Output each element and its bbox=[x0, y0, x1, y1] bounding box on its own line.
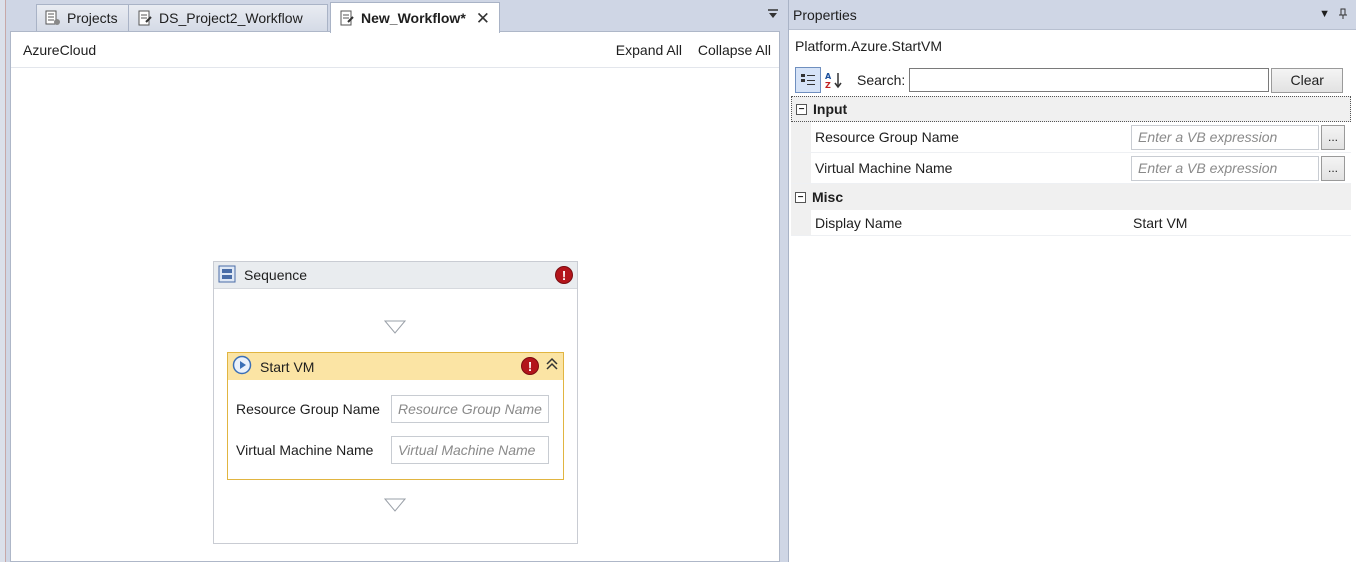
properties-panel: Properties ▼ Platform.Azure.StartVM AZ S… bbox=[788, 0, 1356, 562]
field-label: Resource Group Name bbox=[236, 401, 380, 417]
sort-alphabetical-icon[interactable]: AZ bbox=[821, 67, 847, 93]
pin-icon[interactable] bbox=[1338, 8, 1348, 23]
properties-title: Properties bbox=[793, 6, 857, 23]
category-input[interactable]: − Input bbox=[791, 96, 1351, 122]
property-grid: − Input Resource Group Name Enter a VB e… bbox=[791, 96, 1351, 236]
projects-icon bbox=[45, 10, 61, 26]
start-vm-activity[interactable]: Start VM ! Resource Group Name Resource … bbox=[227, 352, 564, 480]
vb-expression-input[interactable]: Enter a VB expression bbox=[1131, 155, 1319, 181]
document-tabstrip: Projects DS_Project2_Workflow New_Workfl… bbox=[8, 2, 784, 33]
sequence-icon bbox=[218, 265, 236, 286]
display-name-value[interactable]: Start VM bbox=[1131, 215, 1187, 231]
search-input[interactable] bbox=[909, 68, 1270, 92]
start-vm-title: Start VM bbox=[260, 358, 315, 375]
virtual-machine-row: Virtual Machine Name Virtual Machine Nam… bbox=[236, 436, 549, 464]
property-row-resource-group-name[interactable]: Resource Group Name Enter a VB expressio… bbox=[791, 122, 1351, 153]
play-circle-icon bbox=[232, 355, 252, 378]
error-icon[interactable]: ! bbox=[521, 357, 539, 375]
search-label: Search: bbox=[857, 72, 906, 88]
categorized-view-icon[interactable] bbox=[795, 67, 821, 93]
resource-group-row: Resource Group Name Resource Group Name bbox=[236, 395, 549, 423]
breadcrumb[interactable]: AzureCloud bbox=[23, 42, 96, 58]
properties-title-bar: Properties ▼ bbox=[789, 0, 1356, 30]
document-area: Projects DS_Project2_Workflow New_Workfl… bbox=[0, 0, 786, 562]
category-misc[interactable]: − Misc bbox=[791, 184, 1351, 210]
workflow-designer-canvas[interactable]: AzureCloud Expand All Collapse All Seque… bbox=[10, 31, 780, 562]
collapse-chevron-icon[interactable] bbox=[545, 356, 559, 375]
category-label: Misc bbox=[812, 189, 844, 205]
vb-expression-input[interactable]: Enter a VB expression bbox=[1131, 124, 1319, 150]
designer-header: AzureCloud Expand All Collapse All bbox=[11, 32, 779, 68]
field-label: Virtual Machine Name bbox=[236, 442, 374, 458]
tab-label: DS_Project2_Workflow bbox=[159, 10, 303, 26]
start-vm-header: Start VM ! bbox=[228, 353, 563, 380]
expand-all-link[interactable]: Expand All bbox=[616, 42, 682, 58]
property-name: Virtual Machine Name bbox=[815, 160, 953, 176]
expression-editor-button[interactable]: ... bbox=[1321, 124, 1345, 150]
selected-object-type: Platform.Azure.StartVM bbox=[795, 38, 943, 54]
sequence-header: Sequence ! bbox=[214, 262, 577, 289]
property-row-virtual-machine-name[interactable]: Virtual Machine Name Enter a VB expressi… bbox=[791, 153, 1351, 184]
sequence-title: Sequence bbox=[244, 267, 308, 283]
tab-label: New_Workflow* bbox=[361, 10, 466, 26]
resource-group-name-input[interactable]: Resource Group Name bbox=[391, 395, 549, 423]
tab-new-workflow[interactable]: New_Workflow* ✕ bbox=[330, 2, 500, 33]
collapse-all-link[interactable]: Collapse All bbox=[698, 42, 771, 58]
tab-ds-project2-workflow[interactable]: DS_Project2_Workflow bbox=[128, 4, 328, 31]
property-row-display-name[interactable]: Display Name Start VM bbox=[791, 210, 1351, 236]
tab-overflow-menu-icon[interactable] bbox=[766, 8, 780, 22]
collapse-icon[interactable]: − bbox=[795, 191, 806, 203]
collapse-icon[interactable]: − bbox=[796, 103, 807, 115]
workflow-doc-icon bbox=[339, 10, 355, 26]
drop-target-arrow-icon[interactable] bbox=[384, 498, 406, 512]
property-name: Resource Group Name bbox=[815, 129, 959, 145]
tab-projects[interactable]: Projects bbox=[36, 4, 131, 31]
sequence-activity[interactable]: Sequence ! Start VM ! Resource Group Nam… bbox=[213, 261, 578, 544]
expression-editor-button[interactable]: ... bbox=[1321, 155, 1345, 181]
workflow-doc-icon bbox=[137, 10, 153, 26]
dropdown-icon[interactable]: ▼ bbox=[1319, 8, 1330, 23]
left-edge-stripe bbox=[0, 0, 6, 562]
virtual-machine-name-input[interactable]: Virtual Machine Name bbox=[391, 436, 549, 464]
property-name: Display Name bbox=[815, 214, 903, 231]
svg-text:Z: Z bbox=[825, 81, 831, 89]
drop-target-arrow-icon[interactable] bbox=[384, 320, 406, 334]
close-icon[interactable]: ✕ bbox=[476, 10, 490, 27]
properties-toolbar: AZ Search: Clear bbox=[795, 67, 1351, 93]
category-label: Input bbox=[813, 101, 848, 117]
clear-button[interactable]: Clear bbox=[1271, 67, 1344, 93]
tab-label: Projects bbox=[67, 10, 118, 26]
error-icon[interactable]: ! bbox=[555, 266, 573, 284]
svg-text:A: A bbox=[825, 72, 832, 81]
